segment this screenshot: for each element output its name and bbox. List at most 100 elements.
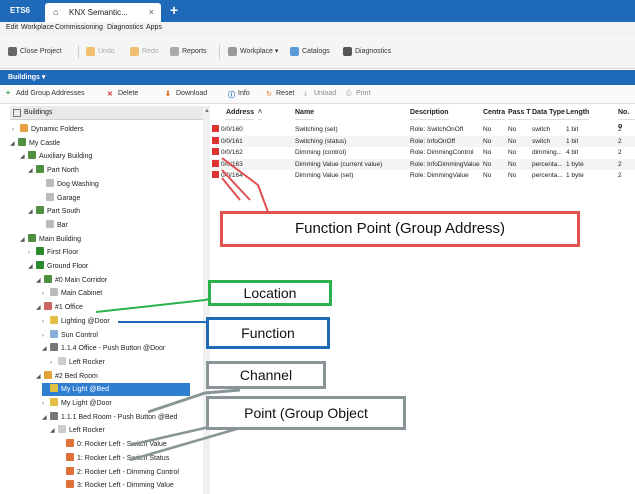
tree-item[interactable]: 1: Rocker Left - Switch Status [58,452,169,465]
tree-item[interactable]: › Dynamic Folders [12,123,84,136]
tree-item[interactable]: › Lighting @Door [42,315,110,328]
cell-name[interactable]: Dimming Value (set) [295,170,353,181]
cell-objects[interactable]: 2 [618,136,622,147]
tree-item[interactable]: ◢ #1 Office [36,301,83,314]
expand-icon[interactable]: ◢ [36,275,44,288]
cell-data-type[interactable]: dimming... [532,147,562,158]
column-description[interactable]: Description [410,106,449,120]
new-tab-button[interactable]: + [170,2,178,18]
column-length[interactable]: Length [566,106,590,120]
column-address[interactable]: Address [226,106,255,120]
cell-description[interactable]: Role: InfoOnOff [410,136,455,147]
tree-item[interactable]: ◢ #2 Bed Room [36,370,98,383]
tree-item[interactable]: › Sun Control [42,329,98,342]
tree-item[interactable]: Dog Washing [38,178,99,191]
column-name[interactable]: Name [295,106,315,120]
cell-address[interactable]: 0/0/164 [212,170,243,181]
redo-button[interactable]: Redo [130,45,159,59]
tree-item[interactable]: 0: Rocker Left - Switch Value [58,438,167,451]
cell-pass-through[interactable]: No [508,136,516,147]
tree-item[interactable]: ◢ #0 Main Corridor [36,274,107,287]
expand-icon[interactable]: ◢ [42,412,50,425]
delete-button[interactable]: Delete [118,90,138,97]
cell-length[interactable]: 1 byte [566,170,584,181]
diagnostics-button[interactable]: Diagnostics [343,45,391,59]
expand-icon[interactable]: › [42,384,50,397]
cell-central[interactable]: No [483,136,491,147]
cell-pass-through[interactable]: No [508,124,516,135]
cell-pass-through[interactable]: No [508,170,516,181]
expand-icon[interactable]: ◢ [36,371,44,384]
expand-icon[interactable]: › [42,330,50,343]
expand-icon[interactable]: ◢ [10,138,18,151]
cell-length[interactable]: 1 bit [566,124,578,135]
tree-item[interactable]: ◢ Part South [28,205,80,218]
expand-icon[interactable]: ◢ [28,165,36,178]
cell-objects[interactable]: 2 [618,147,622,158]
undo-button[interactable]: Undo [86,45,115,59]
column-central[interactable]: Centra [483,106,506,120]
expand-icon[interactable]: › [50,357,58,370]
tree-item[interactable]: › First Floor [28,246,79,259]
cell-central[interactable]: No [483,147,491,158]
cell-address[interactable]: 0/0/161 [212,136,243,147]
expand-icon[interactable]: ◢ [42,343,50,356]
cell-length[interactable]: 4 bit [566,147,578,158]
cell-objects[interactable]: 2 [618,124,622,135]
column-data-type[interactable]: Data Type [532,106,565,120]
cell-data-type[interactable]: switch [532,124,550,135]
tree-item[interactable]: ◢ Main Building [20,233,81,246]
tree-item[interactable]: ◢ Ground Floor [28,260,88,273]
expand-icon[interactable]: ◢ [20,234,28,247]
expand-icon[interactable]: ◢ [28,261,36,274]
expand-icon[interactable]: › [42,316,50,329]
cell-length[interactable]: 1 byte [566,159,584,170]
tree-item[interactable]: › My Light @Door [42,397,112,410]
tree-item[interactable]: Garage [38,192,80,205]
tree-item[interactable]: › My Light @Bed [42,383,190,397]
column-objects[interactable]: No. o [618,106,635,130]
cell-name[interactable]: Dimming Value (current value) [295,159,382,170]
expand-icon[interactable]: ◢ [36,302,44,315]
menu-edit[interactable]: Edit [6,24,18,31]
close-project-button[interactable]: Close Project [8,45,62,59]
cell-central[interactable]: No [483,124,491,135]
tree-item[interactable]: Bar [38,219,68,232]
cell-name[interactable]: Switching (set) [295,124,338,135]
tree-item[interactable]: ◢ Left Rocker [50,424,105,437]
tree-item[interactable]: › Left Rocker [50,356,105,369]
menu-commissioning[interactable]: Commissioning [55,24,103,31]
cell-pass-through[interactable]: No [508,159,516,170]
tree-item[interactable]: ◢ My Castle [10,137,60,150]
reports-button[interactable]: Reports [170,45,207,59]
expand-icon[interactable]: › [28,247,36,260]
cell-data-type[interactable]: percenta... [532,170,563,181]
info-button[interactable]: Info [238,90,250,97]
cell-name[interactable]: Switching (status) [295,136,346,147]
project-tab[interactable]: ⌂ KNX Semantic... × [45,3,161,22]
expand-icon[interactable]: › [12,124,20,137]
tree-item[interactable]: ◢ Part North [28,164,79,177]
cell-description[interactable]: Role: InfoDimmingValue [410,159,480,170]
cell-objects[interactable]: 2 [618,170,622,181]
cell-address[interactable]: 0/0/160 [212,124,243,135]
cell-data-type[interactable]: switch [532,136,550,147]
tree-item[interactable]: 3: Rocker Left - Dimming Value [58,479,174,492]
download-button[interactable]: Download [176,90,207,97]
cell-address[interactable]: 0/0/162 [212,147,243,158]
cell-length[interactable]: 1 bit [566,136,578,147]
cell-description[interactable]: Role: DimmingValue [410,170,469,181]
scroll-up-icon[interactable]: ▲ [204,108,210,116]
cell-central[interactable]: No [483,170,491,181]
menu-diagnostics[interactable]: Diagnostics [107,24,143,31]
cell-pass-through[interactable]: No [508,147,516,158]
expand-icon[interactable]: › [42,398,50,411]
tree-item[interactable]: 2: Rocker Left - Dimming Control [58,466,179,479]
unload-button[interactable]: Unload [314,90,336,97]
menu-apps[interactable]: Apps [146,24,162,31]
expand-icon[interactable]: ◢ [50,425,58,438]
expand-icon[interactable]: ◢ [20,151,28,164]
cell-objects[interactable]: 2 [618,159,622,170]
cell-data-type[interactable]: percenta... [532,159,563,170]
cell-name[interactable]: Dimming (control) [295,147,346,158]
